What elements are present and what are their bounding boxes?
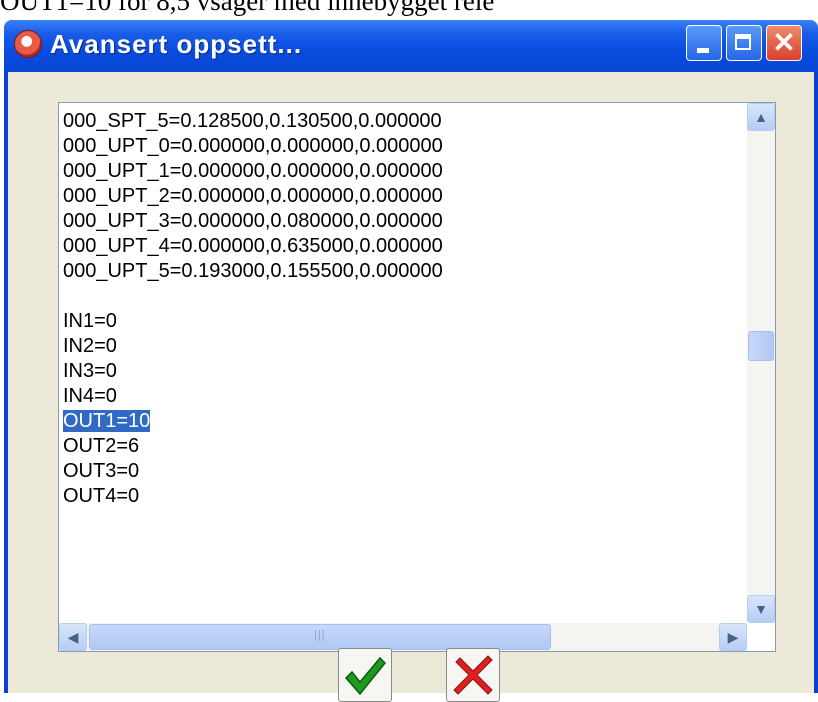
text-line: OUT2=6 [63,435,140,457]
horizontal-scroll-thumb[interactable]: ||| [89,624,551,650]
config-textarea[interactable]: 000_SPT_5=0.128500,0.130500,0.000000 000… [58,102,776,652]
vertical-scroll-thumb[interactable] [748,331,774,361]
app-icon [14,30,42,58]
text-line: 000_UPT_4=0.000000,0.635000,0.000000 [63,235,443,257]
ok-button[interactable] [338,648,392,702]
arrow-left-icon: ◀ [67,629,79,645]
arrow-down-icon: ▼ [754,601,768,617]
minimize-button[interactable] [686,25,722,61]
scroll-right-button[interactable]: ▶ [719,623,747,651]
text-line: IN3=0 [63,360,117,382]
grip-icon: ||| [314,629,326,641]
vertical-scrollbar[interactable]: ▲ ▼ [747,103,775,623]
close-button[interactable]: ✕ [766,25,802,61]
text-line-blank [63,284,443,309]
text-line: 000_SPT_5=0.128500,0.130500,0.000000 [63,110,442,132]
dialog-body: 000_SPT_5=0.128500,0.130500,0.000000 000… [8,72,814,702]
text-line: 000_UPT_1=0.000000,0.000000,0.000000 [63,160,443,182]
arrow-up-icon: ▲ [754,109,768,125]
close-icon: ✕ [772,27,796,58]
scroll-up-button[interactable]: ▲ [747,103,775,131]
text-line: 000_UPT_0=0.000000,0.000000,0.000000 [63,135,443,157]
text-line: 000_UPT_3=0.000000,0.080000,0.000000 [63,210,443,232]
window-title: Avansert oppsett... [50,29,303,59]
title-bar[interactable]: Avansert oppsett... ✕ [4,20,818,72]
text-line: IN4=0 [63,385,117,407]
red-x-icon [453,655,493,695]
text-line: 000_UPT_2=0.000000,0.000000,0.000000 [63,185,443,207]
scroll-down-button[interactable]: ▼ [747,595,775,623]
maximize-button[interactable] [726,25,762,61]
cancel-button[interactable] [446,648,500,702]
scroll-left-button[interactable]: ◀ [59,623,87,651]
green-checkmark-icon [344,656,387,696]
text-line: IN1=0 [63,310,117,332]
horizontal-scrollbar[interactable]: ◀ ||| ▶ [59,623,747,651]
page-caption: OUT1=10 for 8,5 vsager med innebygget re… [0,0,495,16]
dialog-window: Avansert oppsett... ✕ 000_SPT_5=0.128500… [4,20,818,702]
text-line: OUT3=0 [63,460,140,482]
text-line-selected: OUT1=10 [63,410,151,432]
text-line: OUT4=0 [63,485,140,507]
arrow-right-icon: ▶ [727,629,739,645]
config-text[interactable]: 000_SPT_5=0.128500,0.130500,0.000000 000… [63,109,443,509]
text-line: IN2=0 [63,335,117,357]
text-line: 000_UPT_5=0.193000,0.155500,0.000000 [63,260,443,282]
